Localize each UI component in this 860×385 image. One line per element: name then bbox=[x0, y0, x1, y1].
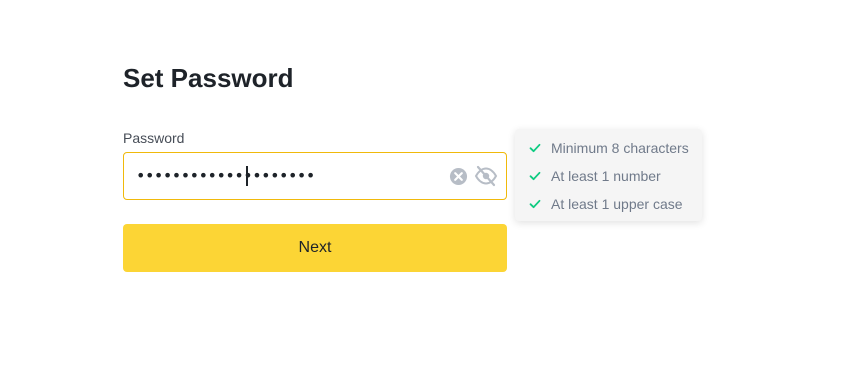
eye-slash-icon[interactable] bbox=[474, 165, 498, 187]
clear-circle-icon[interactable] bbox=[449, 167, 468, 186]
page-title: Set Password bbox=[123, 63, 294, 93]
requirement-text: At least 1 upper case bbox=[551, 196, 683, 212]
check-icon bbox=[529, 143, 541, 153]
requirement-item: At least 1 upper case bbox=[529, 195, 683, 213]
password-input[interactable]: •••••••••••••••••••• bbox=[123, 152, 507, 200]
requirement-text: Minimum 8 characters bbox=[551, 140, 689, 156]
requirement-item: Minimum 8 characters bbox=[529, 139, 689, 157]
check-icon bbox=[529, 171, 541, 181]
requirement-text: At least 1 number bbox=[551, 168, 661, 184]
password-label: Password bbox=[123, 130, 185, 146]
password-value[interactable]: •••••••••••••••••••• bbox=[136, 166, 315, 186]
requirement-item: At least 1 number bbox=[529, 167, 661, 185]
check-icon bbox=[529, 199, 541, 209]
text-caret bbox=[246, 166, 248, 186]
next-button[interactable]: Next bbox=[123, 224, 507, 272]
password-requirements-tooltip: Minimum 8 characters At least 1 number A… bbox=[515, 129, 702, 221]
